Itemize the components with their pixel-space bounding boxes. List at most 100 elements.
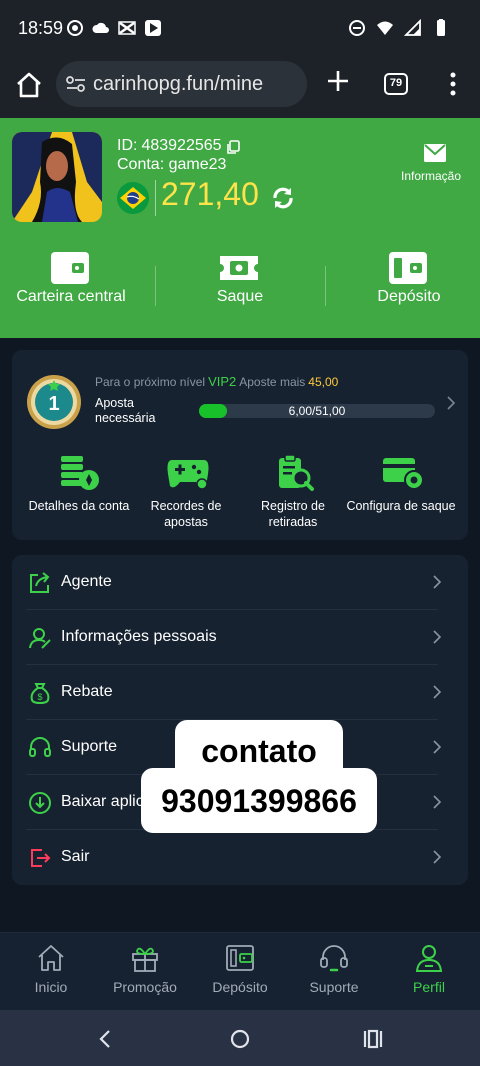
withdraw-record-icon <box>279 454 314 491</box>
nav-item-deposit[interactable]: Depósito <box>192 933 288 1011</box>
deposit-wallet-icon <box>389 252 427 284</box>
vip-card: 1 Para o próximo nível VIP2 Aposte mais 45,… <box>12 350 468 540</box>
gift-icon <box>132 947 158 972</box>
recents-icon[interactable] <box>362 1028 384 1050</box>
logout-icon <box>31 849 51 867</box>
cloud-icon <box>92 22 109 33</box>
site-settings-icon[interactable] <box>66 75 86 93</box>
home-icon[interactable] <box>14 70 44 100</box>
status-bar: 18:59 <box>0 0 480 56</box>
info-label[interactable]: Informação <box>401 169 461 183</box>
user-id-value: 483922565 <box>141 137 222 154</box>
chevron-right-icon <box>433 740 442 754</box>
bottom-nav: Inicio Promoção Depósito Suporte Perfil <box>0 932 480 1010</box>
user-id: ID: 483922565 <box>117 137 222 155</box>
svg-text:$: $ <box>37 692 42 702</box>
bet-records-label: Recordes de apostas <box>150 499 222 529</box>
user-icon <box>29 628 51 649</box>
chevron-right-icon <box>433 685 442 699</box>
menu-item-rebate[interactable]: $ Rebate <box>26 665 456 720</box>
vip-level-badge: 1 <box>27 375 81 429</box>
withdraw-button[interactable]: Saque <box>160 246 320 306</box>
mail-icon[interactable] <box>424 144 446 162</box>
menu-item-label: Agente <box>61 573 112 590</box>
home-button-icon[interactable] <box>229 1028 251 1050</box>
target-icon <box>67 20 83 36</box>
divider <box>155 266 156 306</box>
support-icon <box>320 945 348 972</box>
balance-amount: 271,40 <box>161 176 259 212</box>
central-wallet-label: Carteira central <box>16 288 126 305</box>
system-nav-bar <box>0 1010 480 1066</box>
wallet-icon <box>51 252 89 284</box>
next-level-prefix: Para o próximo nível <box>95 375 206 389</box>
nav-label: Inicio <box>34 979 68 995</box>
account-name: Conta: game23 <box>117 156 227 173</box>
next-level-name: VIP2 <box>208 374 237 389</box>
divider <box>155 180 156 216</box>
nav-label: Promoção <box>113 979 177 995</box>
deposit-button[interactable]: Depósito <box>329 246 480 306</box>
account-details-label: Detalhes da conta <box>28 499 130 513</box>
battery-icon <box>437 19 445 36</box>
deposit-icon <box>226 945 254 971</box>
withdraw-settings-button[interactable]: Configura de saque <box>344 454 458 534</box>
tab-switcher-button[interactable]: 79 <box>384 73 408 95</box>
withdraw-settings-label: Configura de saque <box>346 499 456 513</box>
nav-label: Suporte <box>309 979 359 995</box>
chevron-right-icon <box>433 630 442 644</box>
chevron-right-icon[interactable] <box>446 395 456 411</box>
chevron-right-icon <box>433 850 442 864</box>
back-icon[interactable] <box>95 1028 117 1050</box>
browser-toolbar: carinhopg.fun/mine 79 <box>0 56 480 118</box>
address-bar[interactable]: carinhopg.fun/mine <box>56 61 307 107</box>
menu-item-label: Baixar aplic <box>61 793 144 810</box>
menu-item-logout[interactable]: Sair <box>26 830 456 885</box>
withdraw-records-button[interactable]: Registro de retiradas <box>236 454 350 534</box>
nav-item-profile[interactable]: Perfil <box>381 933 477 1011</box>
account-details-button[interactable]: Detalhes da conta <box>22 454 136 534</box>
divider <box>325 266 326 306</box>
url-text: carinhopg.fun/mine <box>93 73 264 95</box>
bet-more-label: Aposte mais <box>239 375 306 389</box>
vip-progress-bar: 6,00/51,00 <box>199 404 435 418</box>
central-wallet-button[interactable]: Carteira central <box>0 246 151 306</box>
new-tab-icon[interactable] <box>326 69 350 93</box>
play-store-icon <box>145 20 161 36</box>
signal-icon <box>404 19 421 36</box>
menu-item-label: Rebate <box>61 683 113 700</box>
nav-item-promotion[interactable]: Promoção <box>97 933 193 1011</box>
money-bag-icon: $ <box>30 683 50 705</box>
nav-item-home[interactable]: Inicio <box>3 933 99 1011</box>
wifi-icon <box>377 21 393 35</box>
chevron-right-icon <box>433 575 442 589</box>
share-icon <box>30 572 50 593</box>
avatar[interactable] <box>12 132 102 222</box>
status-time: 18:59 <box>18 18 64 38</box>
home-icon <box>38 945 64 971</box>
profile-icon <box>415 945 443 972</box>
user-id-label: ID: <box>117 137 138 154</box>
menu-item-label: Sair <box>61 848 90 865</box>
menu-item-agente[interactable]: Agente <box>26 555 456 610</box>
contact-overlay-number: 93091399866 <box>141 768 377 833</box>
gamepad-icon <box>167 460 209 490</box>
copy-icon[interactable] <box>226 140 240 155</box>
chevron-right-icon <box>433 795 442 809</box>
bet-more-amount: 45,00 <box>308 375 339 389</box>
bet-records-button[interactable]: Recordes de apostas <box>129 454 243 534</box>
refresh-icon[interactable] <box>270 185 296 211</box>
deposit-label: Depósito <box>377 288 441 305</box>
nav-label: Perfil <box>413 979 445 995</box>
vip-progress-text: 6,00/51,00 <box>288 404 346 418</box>
withdraw-settings-icon <box>383 458 424 490</box>
required-bet-label: Aposta necessária <box>95 396 156 425</box>
menu-item-label: Informações pessoais <box>61 628 217 645</box>
more-menu-icon[interactable] <box>450 72 456 96</box>
capcut-icon <box>118 21 136 35</box>
headset-icon <box>29 737 51 757</box>
menu-item-personal-info[interactable]: Informações pessoais <box>26 610 456 665</box>
nav-item-support[interactable]: Suporte <box>286 933 382 1011</box>
withdraw-records-label: Registro de retiradas <box>261 499 325 529</box>
account-details-icon <box>61 456 99 490</box>
